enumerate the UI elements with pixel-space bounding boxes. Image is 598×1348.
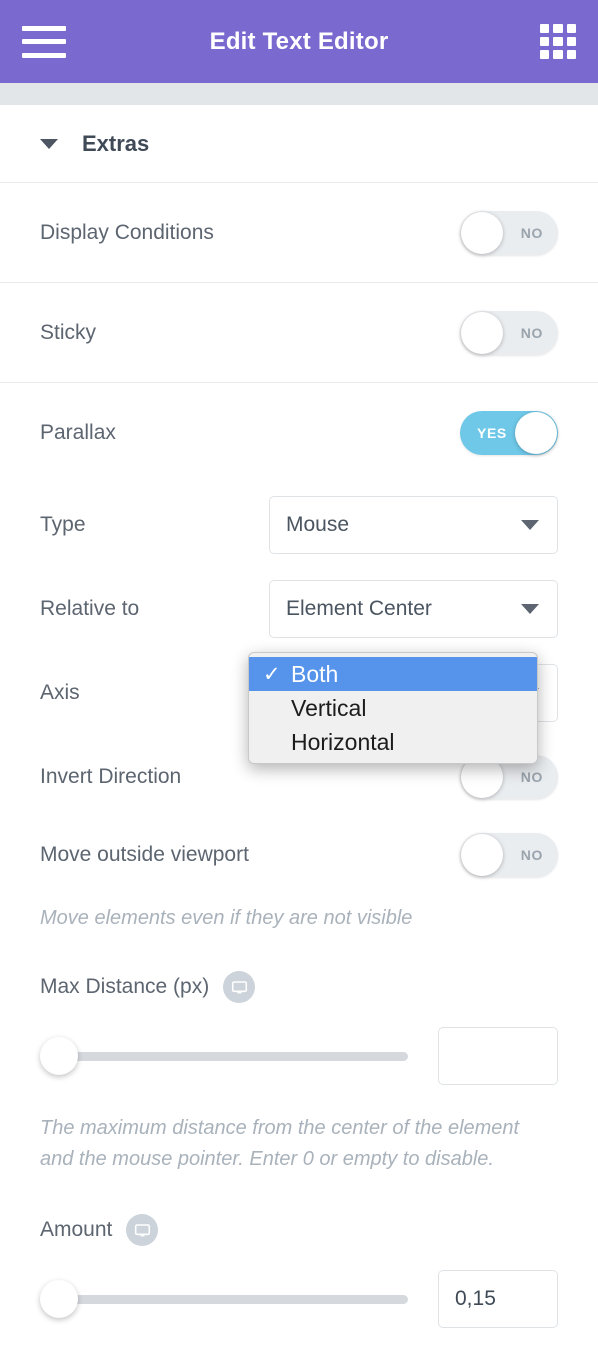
desktop-monitor-icon[interactable] bbox=[223, 971, 256, 1004]
label-axis: Axis bbox=[40, 681, 80, 704]
chevron-down-icon bbox=[521, 520, 539, 530]
row-sticky: Sticky NO bbox=[0, 283, 598, 383]
toggle-move-outside-viewport-label: NO bbox=[520, 847, 543, 863]
toggle-parallax[interactable]: YES bbox=[460, 411, 558, 455]
label-display-conditions: Display Conditions bbox=[40, 220, 214, 244]
label-type: Type bbox=[40, 513, 86, 536]
page-title: Edit Text Editor bbox=[209, 27, 389, 55]
toggle-parallax-label: YES bbox=[477, 425, 507, 441]
label-sticky: Sticky bbox=[40, 320, 97, 344]
grid-apps-icon[interactable] bbox=[540, 23, 576, 60]
label-invert-direction: Invert Direction bbox=[40, 765, 182, 788]
toggle-knob bbox=[515, 412, 557, 454]
label-max-distance-group: Max Distance (px) bbox=[0, 971, 598, 1004]
slider-handle[interactable] bbox=[40, 1280, 78, 1319]
select-relative-to[interactable]: Element Center bbox=[269, 580, 558, 638]
slider-max-distance[interactable] bbox=[40, 1036, 408, 1076]
check-icon: ✓ bbox=[263, 662, 281, 686]
toggle-sticky-label: NO bbox=[520, 324, 543, 341]
row-parallax: Parallax YES bbox=[0, 383, 598, 483]
helper-max-distance: The maximum distance from the center of … bbox=[40, 1117, 520, 1170]
section-title: Extras bbox=[82, 130, 150, 156]
select-type[interactable]: Mouse bbox=[269, 496, 558, 554]
axis-option-both-label: Both bbox=[291, 660, 339, 687]
slider-amount[interactable] bbox=[40, 1279, 408, 1319]
section-header-extras[interactable]: Extras bbox=[0, 105, 598, 183]
hamburger-bar bbox=[22, 39, 66, 44]
helper-move-outside-viewport: Move elements even if they are not visib… bbox=[40, 907, 413, 929]
hamburger-bar bbox=[22, 25, 66, 31]
slider-row-max-distance bbox=[0, 1027, 598, 1086]
chevron-down-icon bbox=[521, 604, 539, 614]
row-relative-to: Relative to Element Center bbox=[0, 567, 598, 651]
input-amount[interactable] bbox=[438, 1270, 558, 1329]
axis-option-vertical[interactable]: Vertical bbox=[249, 691, 537, 725]
hamburger-bar bbox=[22, 52, 66, 58]
slider-track bbox=[44, 1294, 408, 1304]
select-relative-to-value: Element Center bbox=[286, 597, 432, 620]
axis-option-both[interactable]: ✓ Both bbox=[249, 657, 537, 691]
label-amount: Amount bbox=[40, 1218, 113, 1242]
desktop-monitor-icon[interactable] bbox=[126, 1214, 159, 1247]
axis-option-vertical-label: Vertical bbox=[291, 694, 367, 721]
caret-down-icon bbox=[40, 138, 58, 149]
slider-handle[interactable] bbox=[40, 1037, 78, 1076]
toggle-sticky[interactable]: NO bbox=[460, 310, 558, 355]
axis-option-horizontal[interactable]: Horizontal bbox=[249, 725, 537, 759]
toggle-move-outside-viewport[interactable]: NO bbox=[460, 833, 558, 877]
select-type-value: Mouse bbox=[286, 513, 350, 536]
toggle-display-conditions[interactable]: NO bbox=[460, 210, 558, 255]
input-max-distance[interactable] bbox=[438, 1027, 558, 1086]
label-move-outside-viewport: Move outside viewport bbox=[40, 843, 249, 866]
toggle-display-conditions-label: NO bbox=[520, 224, 543, 241]
row-type: Type Mouse bbox=[0, 483, 598, 567]
axis-option-horizontal-label: Horizontal bbox=[291, 728, 395, 755]
axis-dropdown-menu[interactable]: ✓ Both Vertical Horizontal bbox=[248, 652, 538, 764]
row-move-outside-viewport: Move outside viewport NO bbox=[0, 819, 598, 891]
label-max-distance: Max Distance (px) bbox=[40, 975, 210, 999]
panel-root: Edit Text Editor Extras Display Conditio… bbox=[0, 0, 598, 1348]
hamburger-icon[interactable] bbox=[22, 25, 66, 58]
label-relative-to: Relative to bbox=[40, 597, 140, 620]
slider-track bbox=[44, 1051, 408, 1061]
toggle-knob bbox=[461, 311, 503, 354]
slider-row-amount bbox=[0, 1270, 598, 1329]
label-parallax: Parallax bbox=[40, 421, 116, 444]
toggle-knob bbox=[461, 211, 503, 254]
toggle-knob bbox=[461, 834, 503, 876]
app-header: Edit Text Editor bbox=[0, 0, 598, 83]
header-subbar bbox=[0, 83, 598, 105]
row-display-conditions: Display Conditions NO bbox=[0, 183, 598, 283]
label-amount-group: Amount bbox=[0, 1214, 598, 1247]
